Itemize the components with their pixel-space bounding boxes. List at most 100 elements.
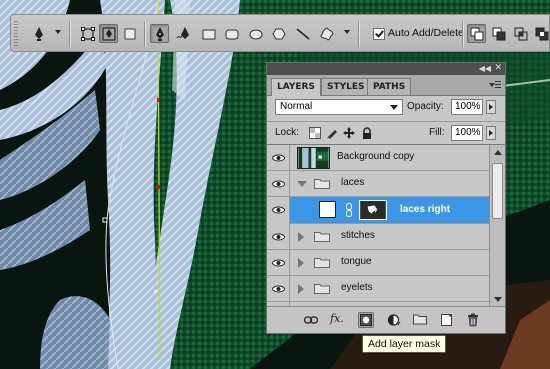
fill-pixels-icon[interactable] bbox=[120, 24, 139, 43]
paths-icon[interactable] bbox=[99, 24, 118, 43]
visibility-toggle[interactable] bbox=[267, 224, 290, 250]
pen-tool-icon[interactable] bbox=[150, 24, 169, 43]
layer-row-laces[interactable]: laces bbox=[267, 171, 489, 197]
adjustment-layer-icon[interactable] bbox=[386, 312, 402, 328]
separator bbox=[69, 21, 70, 47]
layer-thumbnail bbox=[297, 147, 330, 169]
eye-icon bbox=[272, 285, 285, 293]
exclude-overlap-icon[interactable] bbox=[532, 24, 550, 43]
layer-name: Background copy bbox=[337, 151, 415, 162]
scroll-down-icon[interactable] bbox=[491, 294, 504, 305]
rectangle-icon[interactable] bbox=[199, 24, 218, 43]
layer-mask-thumbnail bbox=[359, 200, 387, 220]
eye-icon bbox=[272, 180, 285, 188]
rounded-rectangle-icon[interactable] bbox=[222, 24, 241, 43]
folder-icon bbox=[314, 258, 330, 268]
pen-icon[interactable] bbox=[29, 24, 48, 43]
opacity-label: Opacity: bbox=[407, 101, 444, 112]
subtract-from-path-icon[interactable] bbox=[489, 24, 508, 43]
tab-paths[interactable]: PATHS bbox=[367, 78, 412, 95]
line-icon[interactable] bbox=[293, 24, 312, 43]
folder-icon bbox=[314, 232, 330, 242]
opacity-slider-toggle[interactable] bbox=[486, 100, 496, 114]
add-layer-mask-icon[interactable] bbox=[358, 312, 374, 328]
layers-panel: ◀◀ ✕ LAYERS STYLES PATHS Normal Opacity:… bbox=[266, 62, 506, 334]
lock-all-icon[interactable] bbox=[361, 127, 373, 139]
close-panel-icon[interactable]: ✕ bbox=[494, 63, 502, 74]
new-layer-icon[interactable] bbox=[439, 312, 455, 328]
layer-row-background-copy[interactable]: Background copy bbox=[267, 145, 489, 171]
visibility-toggle[interactable] bbox=[267, 171, 290, 197]
link-layers-icon[interactable] bbox=[303, 312, 319, 328]
ellipse-icon[interactable] bbox=[246, 24, 265, 43]
visibility-toggle[interactable] bbox=[267, 197, 290, 224]
freeform-pen-icon[interactable] bbox=[174, 24, 193, 43]
custom-shape-icon[interactable] bbox=[317, 24, 336, 43]
expand-arrow-icon[interactable] bbox=[298, 258, 304, 268]
fill-slider-toggle[interactable] bbox=[486, 126, 496, 140]
shape-layers-icon[interactable] bbox=[78, 24, 97, 43]
folder-icon bbox=[314, 179, 330, 189]
panel-menu-icon[interactable] bbox=[489, 81, 501, 90]
lock-transparent-pixels-icon[interactable] bbox=[309, 127, 321, 139]
layer-list: Background copy laces laces right stitch… bbox=[267, 145, 489, 307]
expand-arrow-icon[interactable] bbox=[297, 181, 307, 187]
panel-title-bar[interactable]: ◀◀ ✕ bbox=[267, 63, 505, 75]
layer-row-eyelets[interactable]: eyelets bbox=[267, 276, 489, 302]
folder-icon bbox=[314, 284, 330, 294]
fx-label: fx. bbox=[330, 312, 344, 325]
scrollbar-thumb[interactable] bbox=[492, 163, 503, 219]
layer-name: eyelets bbox=[341, 282, 373, 293]
lock-bar: Lock: Fill: 100% bbox=[267, 121, 505, 145]
expand-arrow-icon[interactable] bbox=[298, 284, 304, 294]
eye-icon bbox=[272, 233, 285, 241]
chain-link-icon[interactable] bbox=[345, 203, 353, 217]
layer-name: tongue bbox=[341, 256, 372, 267]
blend-mode-select[interactable]: Normal bbox=[275, 99, 403, 115]
options-bar-grip[interactable] bbox=[14, 21, 18, 47]
tab-styles[interactable]: STYLES bbox=[321, 78, 371, 95]
fill-label: Fill: bbox=[429, 127, 445, 138]
layer-thumbnail bbox=[319, 201, 336, 218]
expand-arrow-icon[interactable] bbox=[298, 232, 304, 242]
intersect-path-icon[interactable] bbox=[511, 24, 530, 43]
eye-icon bbox=[272, 206, 285, 214]
lock-label: Lock: bbox=[275, 127, 299, 138]
custom-shape-dropdown-icon[interactable] bbox=[344, 30, 350, 34]
eye-icon bbox=[272, 259, 285, 267]
polygon-icon[interactable] bbox=[269, 24, 288, 43]
fill-field[interactable]: 100% bbox=[451, 125, 483, 141]
layer-row-tongue[interactable]: tongue bbox=[267, 250, 489, 276]
chevron-down-icon bbox=[390, 105, 398, 110]
panel-tabs: LAYERS STYLES PATHS bbox=[267, 75, 505, 96]
collapse-panel-icon[interactable]: ◀◀ bbox=[479, 64, 491, 74]
lock-image-pixels-icon[interactable] bbox=[326, 127, 338, 139]
tab-layers[interactable]: LAYERS bbox=[271, 78, 321, 96]
add-layer-style-icon[interactable]: fx. bbox=[329, 312, 345, 328]
options-bar: Auto Add/Delete bbox=[10, 14, 550, 52]
tool-preset-dropdown-icon[interactable] bbox=[55, 30, 61, 34]
layer-row-stitches[interactable]: stitches bbox=[267, 224, 489, 250]
layer-name: stitches bbox=[341, 230, 375, 241]
layers-scrollbar[interactable] bbox=[489, 145, 505, 307]
visibility-toggle[interactable] bbox=[267, 145, 290, 171]
layer-name: laces bbox=[341, 177, 365, 188]
new-group-icon[interactable] bbox=[412, 312, 428, 328]
blend-mode-value: Normal bbox=[280, 101, 313, 112]
separator bbox=[358, 21, 359, 47]
auto-add-delete-checkbox[interactable] bbox=[373, 28, 385, 40]
add-to-path-icon[interactable] bbox=[467, 24, 486, 43]
separator bbox=[462, 21, 463, 47]
add-layer-mask-tooltip: Add layer mask bbox=[362, 335, 447, 353]
visibility-toggle[interactable] bbox=[267, 250, 290, 276]
separator bbox=[144, 21, 145, 47]
opacity-field[interactable]: 100% bbox=[451, 99, 483, 115]
layer-name: laces right bbox=[400, 204, 451, 215]
layers-panel-footer: fx. bbox=[267, 306, 505, 333]
scroll-up-icon[interactable] bbox=[491, 147, 504, 158]
lock-position-icon[interactable] bbox=[343, 127, 355, 139]
delete-layer-icon[interactable] bbox=[465, 312, 481, 328]
auto-add-delete-label[interactable]: Auto Add/Delete bbox=[388, 27, 464, 39]
visibility-toggle[interactable] bbox=[267, 276, 290, 302]
layer-row-laces-right[interactable]: laces right bbox=[267, 197, 489, 224]
